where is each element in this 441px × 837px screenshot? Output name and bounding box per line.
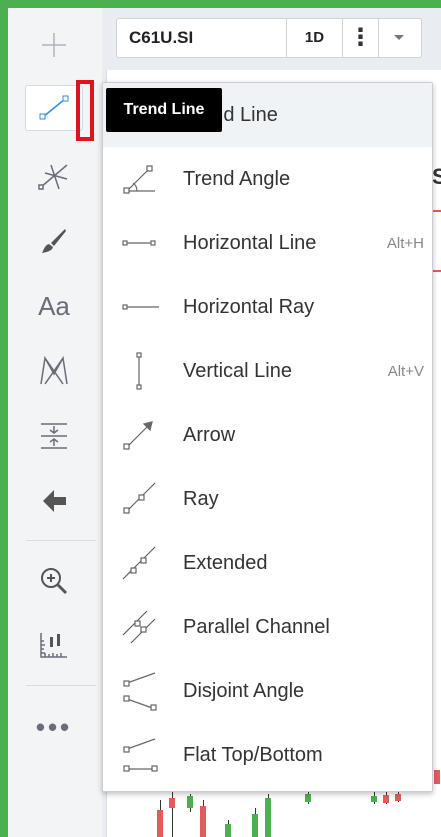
menu-item-shortcut: Alt+V	[387, 362, 424, 380]
extended-line-icon	[122, 546, 156, 580]
line-tools-menu: Trend Line Trend Angle Horizontal Line A…	[102, 82, 433, 792]
pattern-icon[interactable]	[24, 346, 84, 396]
menu-item-horizontal-line[interactable]: Horizontal Line Alt+H	[103, 211, 432, 275]
trend-angle-icon	[123, 165, 155, 194]
menu-item-extended[interactable]: Extended	[103, 531, 432, 595]
horizontal-line-icon	[122, 240, 156, 246]
menu-item-trend-angle[interactable]: Trend Angle	[103, 147, 432, 211]
candle	[434, 770, 440, 784]
flat-top-bottom-icon	[123, 738, 158, 772]
text-tool-glyph: Aa	[38, 290, 70, 321]
menu-item-horizontal-ray[interactable]: Horizontal Ray	[103, 275, 432, 339]
symbol-search-box: C61U.SI 1D ⋮	[116, 18, 422, 58]
ray-icon	[123, 482, 156, 514]
more-tools-glyph: •••	[35, 712, 73, 742]
menu-item-arrow[interactable]: Arrow	[103, 403, 432, 467]
menu-item-label: Flat Top/Bottom	[183, 743, 323, 766]
menu-item-disjoint-angle[interactable]: Disjoint Angle	[103, 659, 432, 723]
candle	[395, 794, 401, 801]
horizontal-ray-icon	[122, 304, 159, 310]
menu-item-label: Ray	[183, 487, 219, 510]
menu-item-label: Horizontal Ray	[183, 295, 315, 318]
candle	[383, 795, 389, 803]
menu-item-flat-top-bottom[interactable]: Flat Top/Bottom	[103, 723, 432, 787]
crosshair-icon[interactable]	[24, 20, 84, 70]
toolbar-divider	[26, 685, 96, 686]
toolbar-divider	[26, 540, 96, 541]
price-line-dash	[432, 270, 441, 272]
menu-item-ray[interactable]: Ray	[103, 467, 432, 531]
menu-item-label: Horizontal Line	[183, 231, 317, 254]
arrow-icon	[123, 421, 153, 450]
more-options-button[interactable]: ⋮	[343, 19, 379, 57]
menu-item-label: Extended	[183, 551, 268, 574]
chart-header: C61U.SI 1D ⋮	[106, 8, 441, 60]
menu-item-label: Arrow	[183, 423, 236, 446]
interval-button[interactable]: 1D	[287, 19, 343, 57]
candle	[157, 810, 163, 837]
vertical-line-icon	[136, 352, 142, 390]
trend-line-icon[interactable]	[25, 85, 83, 131]
menu-item-parallel-channel[interactable]: Parallel Channel	[103, 595, 432, 659]
menu-item-label: Vertical Line	[183, 359, 292, 382]
pitchfork-icon[interactable]	[24, 151, 84, 201]
parallel-channel-icon	[122, 610, 156, 644]
candle	[187, 796, 193, 808]
menu-item-vertical-line[interactable]: Vertical Line Alt+V	[103, 339, 432, 403]
zoom-in-icon[interactable]	[24, 556, 84, 606]
ruler-icon[interactable]	[24, 620, 84, 670]
menu-item-shortcut: Alt+H	[386, 234, 424, 252]
candle	[252, 814, 258, 837]
menu-item-label: Parallel Channel	[183, 615, 330, 638]
candle	[200, 806, 206, 837]
text-icon[interactable]: Aa	[24, 281, 84, 331]
measure-icon[interactable]	[24, 411, 84, 461]
menu-item-label: Disjoint Angle	[183, 679, 305, 702]
menu-item-label: Trend Angle	[183, 167, 291, 190]
symbol-input[interactable]: C61U.SI	[117, 19, 287, 57]
chevron-down-icon[interactable]	[379, 19, 419, 57]
candle	[265, 798, 271, 837]
disjoint-angle-icon	[123, 672, 157, 711]
candle	[169, 798, 175, 808]
more-icon[interactable]: •••	[24, 702, 84, 752]
brush-icon[interactable]	[24, 216, 84, 266]
chart-title-partial: S	[432, 164, 441, 189]
tooltip: Trend Line	[106, 88, 222, 132]
candle	[371, 796, 377, 802]
candle	[225, 824, 231, 837]
arrow-left-icon[interactable]	[24, 476, 84, 526]
highlight-box	[76, 80, 94, 141]
candle	[305, 794, 311, 802]
price-line-dash	[432, 210, 441, 212]
